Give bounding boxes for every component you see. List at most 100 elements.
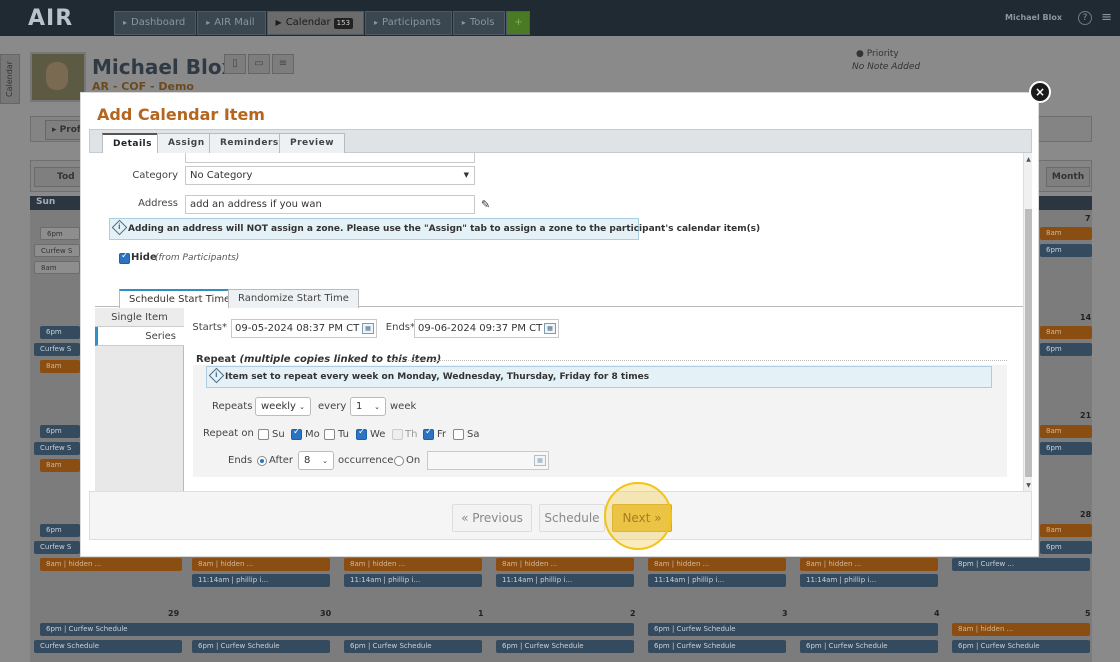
scroll-up-icon[interactable]: ▲ — [1024, 155, 1033, 164]
calendar-event[interactable]: Curfew S — [34, 442, 80, 455]
dialog-scrollbar[interactable]: ▲ ▼ — [1023, 153, 1032, 491]
tab-details[interactable]: Details — [102, 133, 163, 155]
pencil-icon[interactable]: ✎ — [481, 198, 490, 211]
calendar-event[interactable]: 6pm | Curfew Schedule — [800, 640, 938, 653]
calendar-event[interactable]: 6pm — [40, 227, 80, 240]
calendar-event[interactable]: 6pm | Curfew Schedule — [344, 640, 482, 653]
dialog-content[interactable]: Category No Category ▼ Address add an ad… — [89, 153, 1023, 491]
current-user[interactable]: Michael Blox — [1005, 13, 1062, 22]
tab-calendar[interactable]: ▶ Calendar 153 — [266, 11, 365, 35]
side-calendar-tab[interactable]: Calendar — [0, 54, 20, 104]
calendar-event[interactable]: 8am — [40, 459, 80, 472]
calendar-event[interactable]: 8am | hidden ... — [952, 623, 1090, 636]
chevron-right-icon: ▶ — [275, 18, 282, 27]
calendar-event[interactable]: 8am — [1040, 425, 1092, 438]
calendar-event[interactable]: 11:14am | phillip i... — [344, 574, 482, 587]
previous-field[interactable] — [185, 153, 475, 163]
day-checkbox-th[interactable] — [392, 429, 403, 440]
calendar-event[interactable]: 6pm | Curfew Schedule — [648, 623, 938, 636]
starts-input[interactable]: 09-05-2024 08:37 PM CT — [231, 319, 377, 338]
calendar-event[interactable]: Curfew S — [34, 541, 80, 554]
calendar-event[interactable]: 8am — [1040, 326, 1092, 339]
calendar-event[interactable]: 6pm | Curfew Schedule — [496, 640, 634, 653]
day-checkbox-fr[interactable] — [423, 427, 434, 440]
calendar-icon[interactable]: ▦ — [362, 323, 374, 334]
calendar-event[interactable]: 6pm — [40, 524, 80, 537]
tab-reminders[interactable]: Reminders — [209, 133, 290, 154]
calendar-event[interactable]: 11:14am | phillip i... — [648, 574, 786, 587]
month-view-button[interactable]: Month — [1046, 167, 1090, 187]
tab-randomize-start-time[interactable]: Randomize Start Time — [228, 289, 359, 308]
tab-participants[interactable]: ▸ Participants — [365, 11, 452, 35]
nav-single-item[interactable]: Single Item — [95, 308, 184, 327]
today-button[interactable]: Tod — [34, 167, 84, 187]
day-checkbox-su[interactable] — [258, 429, 269, 440]
tab-tools[interactable]: ▸ Tools — [452, 11, 506, 35]
calendar-event[interactable]: 8am | hidden ... — [192, 558, 330, 571]
add-tab-button[interactable]: + — [506, 11, 531, 35]
previous-button[interactable]: « Previous — [452, 504, 532, 532]
calendar-event[interactable]: 6pm | Curfew Schedule — [40, 623, 634, 636]
occurrence-select[interactable]: 8 ⌄ — [298, 451, 334, 470]
close-icon[interactable]: × — [1029, 81, 1051, 103]
calendar-event[interactable]: 8am — [34, 261, 80, 274]
ends-on-radio[interactable] — [394, 456, 404, 466]
edit-icon[interactable]: ▭ — [248, 54, 270, 74]
day-checkbox-sa[interactable] — [453, 429, 464, 440]
scroll-down-icon[interactable]: ▼ — [1024, 481, 1033, 490]
day-checkbox-mo[interactable] — [291, 427, 302, 440]
hamburger-menu-icon[interactable]: ≡ — [1101, 10, 1112, 25]
tab-schedule-start-time[interactable]: Schedule Start Time — [119, 289, 241, 308]
nav-series[interactable]: Series — [95, 327, 184, 346]
calendar-event[interactable]: 11:14am | phillip i... — [192, 574, 330, 587]
calendar-event[interactable]: Curfew S — [34, 343, 80, 356]
tab-dashboard[interactable]: ▸ Dashboard — [114, 11, 197, 35]
day-checkbox-we[interactable] — [356, 427, 367, 440]
calendar-event[interactable]: 6pm — [1040, 244, 1092, 257]
calendar-event[interactable]: 6pm — [1040, 442, 1092, 455]
calendar-event[interactable]: 6pm | Curfew Schedule — [192, 640, 330, 653]
calendar-event[interactable]: 8pm | Curfew ... — [952, 558, 1090, 571]
address-input[interactable]: add an address if you wan — [185, 195, 475, 214]
list-icon[interactable]: ≡ — [272, 54, 294, 74]
day-checkbox-tu[interactable] — [324, 429, 335, 440]
ends-after-radio[interactable] — [257, 456, 267, 466]
tab-assign[interactable]: Assign — [157, 133, 216, 154]
ends-input[interactable]: 09-06-2024 09:37 PM CT — [414, 319, 559, 338]
calendar-event[interactable]: 6pm — [1040, 541, 1092, 554]
trash-icon[interactable]: ▯ — [224, 54, 246, 74]
tab-label: Calendar — [285, 17, 331, 28]
repeats-select[interactable]: weekly ⌄ — [255, 397, 311, 416]
hide-checkbox[interactable] — [119, 251, 130, 264]
tab-profile-label: Prof — [59, 125, 81, 135]
calendar-event[interactable]: 6pm — [1040, 343, 1092, 356]
calendar-event[interactable]: 6pm — [40, 425, 80, 438]
calendar-event[interactable]: 8am | hidden ... — [344, 558, 482, 571]
tab-preview[interactable]: Preview — [279, 133, 346, 154]
tab-air-mail[interactable]: ▸ AIR Mail — [197, 11, 266, 35]
calendar-event[interactable]: 8am — [1040, 227, 1092, 240]
category-select[interactable]: No Category ▼ — [185, 166, 475, 185]
scroll-thumb[interactable] — [1025, 209, 1032, 477]
every-select[interactable]: 1 ⌄ — [350, 397, 386, 416]
calendar-event[interactable]: 6pm — [40, 326, 80, 339]
schedule-button[interactable]: Schedule — [539, 504, 605, 532]
calendar-event[interactable]: 6pm | Curfew Schedule — [952, 640, 1090, 653]
calendar-event[interactable]: 8am | hidden ... — [648, 558, 786, 571]
calendar-event[interactable]: 8am | hidden ... — [40, 558, 182, 571]
calendar-event[interactable]: 11:14am | phillip i... — [496, 574, 634, 587]
calendar-icon[interactable]: ▦ — [534, 455, 546, 466]
calendar-icon[interactable]: ▦ — [544, 323, 556, 334]
calendar-event[interactable]: 6pm | Curfew Schedule — [648, 640, 786, 653]
help-icon[interactable]: ? — [1078, 11, 1092, 25]
calendar-event[interactable]: 8am | hidden ... — [496, 558, 634, 571]
calendar-event[interactable]: 11:14am | phillip i... — [800, 574, 938, 587]
priority-text: Priority — [866, 49, 899, 59]
calendar-event[interactable]: 8am — [40, 360, 80, 373]
calendar-event[interactable]: Curfew S — [34, 244, 80, 257]
app-logo[interactable]: AIR — [28, 6, 73, 31]
calendar-event[interactable]: 8am | hidden ... — [800, 558, 938, 571]
calendar-event[interactable]: Curfew Schedule — [34, 640, 182, 653]
ends-on-date-input[interactable] — [427, 451, 549, 470]
calendar-event[interactable]: 8am — [1040, 524, 1092, 537]
